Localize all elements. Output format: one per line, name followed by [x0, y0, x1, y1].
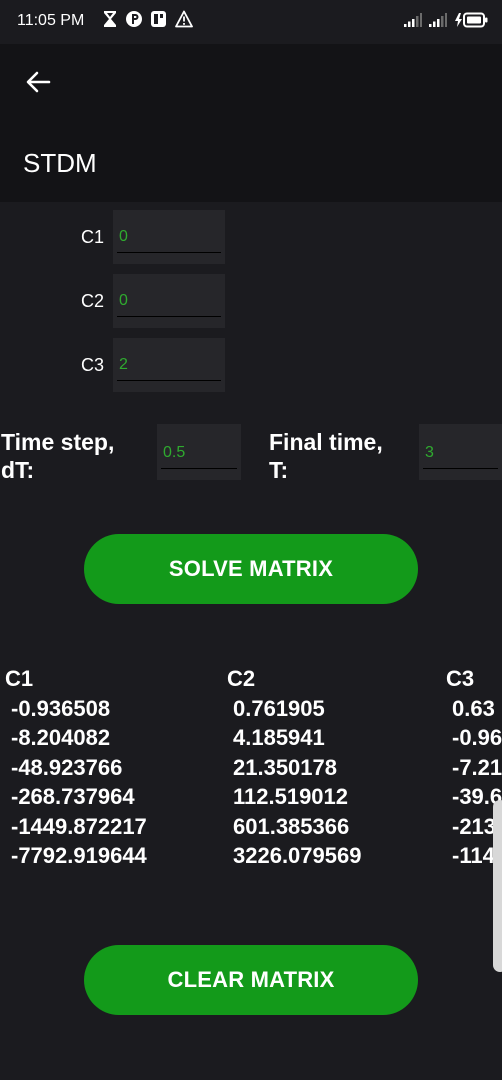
result-value: -1449.872217 — [11, 813, 147, 839]
c1-value: 0 — [119, 228, 128, 245]
result-value: 112.519012 — [233, 784, 349, 809]
signal-icon — [429, 13, 447, 32]
time-step-value: 0.5 — [163, 444, 186, 461]
gallery-app-icon — [150, 10, 167, 33]
results-header: C3 — [446, 666, 475, 691]
c2-underline — [117, 316, 221, 317]
horizontal-scroll-handle[interactable] — [493, 800, 502, 972]
hourglass-icon — [102, 10, 118, 33]
c2-input[interactable]: 0 — [113, 274, 225, 328]
result-value: 4.185941 — [233, 725, 325, 750]
arrow-left-icon — [25, 70, 51, 99]
solve-matrix-button[interactable]: SOLVE MATRIX — [84, 534, 418, 604]
notification-icons — [102, 10, 193, 33]
result-value: 3226.079569 — [233, 843, 362, 868]
c3-label: C3 — [81, 355, 105, 375]
time-step-input[interactable]: 0.5 — [157, 424, 241, 480]
app-bar: STDM — [0, 44, 502, 202]
result-value: 0.63 — [452, 695, 495, 721]
c1-label: C1 — [81, 227, 105, 247]
result-value: -0.936508 — [11, 695, 111, 721]
result-value: -8.204082 — [11, 725, 111, 750]
c1-row: C1 0 — [0, 210, 260, 266]
c1-input[interactable]: 0 — [113, 210, 225, 264]
parking-app-icon — [126, 10, 142, 33]
results-header: C2 — [227, 666, 256, 691]
result-value: -48.923766 — [11, 754, 123, 780]
c2-label: C2 — [81, 291, 105, 311]
results-header: C1 — [5, 666, 34, 691]
time-step-underline — [161, 468, 237, 469]
c2-row: C2 0 — [0, 274, 260, 330]
c3-input[interactable]: 2 — [113, 338, 225, 392]
c2-value: 0 — [119, 292, 128, 309]
c3-value: 2 — [119, 356, 128, 373]
final-time-underline — [423, 468, 498, 469]
results-column-c1: C1 -0.936508 -8.204082 -48.923766 -268.7… — [5, 664, 147, 871]
system-icons — [404, 12, 488, 33]
result-value: -0.96 — [452, 725, 502, 750]
c1-underline — [117, 252, 221, 253]
page-title: STDM — [23, 148, 97, 178]
signal-icon — [404, 13, 422, 32]
result-value: 601.385366 — [233, 813, 350, 839]
battery-charging-icon — [454, 12, 488, 33]
clear-matrix-button[interactable]: CLEAR MATRIX — [84, 945, 418, 1015]
result-value: -7792.919644 — [11, 843, 147, 868]
result-value: 21.350178 — [233, 754, 337, 780]
c3-underline — [117, 380, 221, 381]
back-button[interactable] — [20, 66, 56, 102]
result-value: -268.737964 — [11, 784, 135, 809]
c3-row: C3 2 — [0, 338, 260, 394]
final-time-value: 3 — [425, 444, 434, 461]
final-time-label: Final time, T: — [269, 429, 383, 483]
time-step-label: Time step, dT: — [1, 429, 115, 483]
warning-icon — [175, 10, 193, 33]
results-column-c2: C2 0.761905 4.185941 21.350178 112.51901… — [227, 664, 361, 871]
status-time: 11:05 PM — [17, 12, 85, 29]
result-value: -7.21 — [452, 754, 502, 780]
final-time-input[interactable]: 3 — [419, 424, 502, 480]
result-value: 0.761905 — [233, 695, 325, 721]
status-bar: 11:05 PM — [0, 0, 502, 44]
